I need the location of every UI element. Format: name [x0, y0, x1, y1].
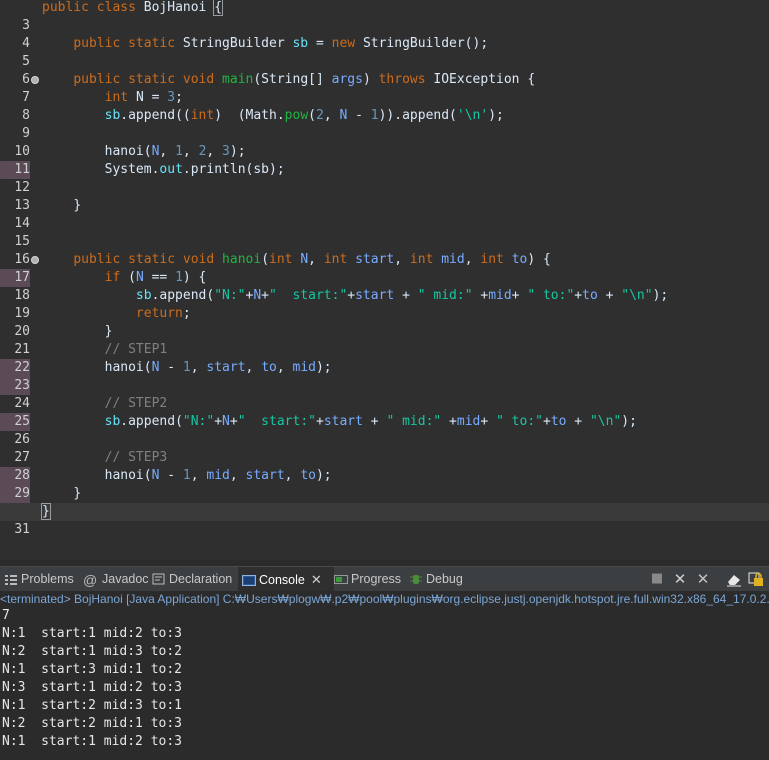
code-line: 11 hanoi(N, 1, 2, 3);	[0, 143, 769, 179]
tab-javadoc[interactable]: @ Javadoc	[83, 567, 149, 592]
code-line: 6	[0, 53, 769, 87]
code-line: 27	[0, 431, 769, 465]
text-caret	[49, 503, 51, 518]
code-line: 12 System.out.println(sb);	[0, 161, 769, 195]
problems-icon	[4, 569, 18, 585]
code-line: 21 }	[0, 323, 769, 357]
tab-declaration[interactable]: Declaration	[152, 567, 232, 592]
code-line: 19 sb.append("N:"+N+" start:"+start + " …	[0, 287, 769, 321]
code-line: 23 hanoi(N - 1, start, to, mid);	[0, 359, 769, 395]
line-number: 31	[14, 522, 30, 537]
console-output-line: N:2 start:1 mid:3 to:2	[2, 644, 183, 659]
code-line: 9 sb.append((int) (Math.pow(2, N - 1)).a…	[0, 107, 769, 141]
code-line: 3 public class BojHanoi {	[0, 0, 769, 33]
console-output-line: N:1 start:2 mid:3 to:1	[2, 698, 183, 713]
console-launch-status: <terminated> BojHanoi [Java Application]…	[0, 591, 769, 607]
javadoc-icon: @	[83, 572, 98, 588]
code-line: 13	[0, 179, 769, 213]
fold-toggle-icon[interactable]	[31, 76, 39, 84]
code-line: 17 public static void hanoi(int N, int s…	[0, 251, 769, 287]
close-tab-icon[interactable]: ✕	[311, 572, 322, 587]
remove-launch-button[interactable]: ✕	[672, 571, 688, 587]
declaration-icon	[152, 569, 166, 585]
console-icon	[242, 570, 256, 586]
code-line: 8 int N = 3;	[0, 89, 769, 123]
tab-debug[interactable]: Debug	[409, 567, 463, 592]
code-line: 26 sb.append("N:"+N+" start:"+start + " …	[0, 413, 769, 447]
console-output-line: N:2 start:2 mid:1 to:3	[2, 716, 183, 731]
console-output-line: N:1 start:1 mid:2 to:3	[2, 626, 183, 641]
code-line: 7 public static void main(String[] args)…	[0, 71, 769, 105]
code-line: 15	[0, 215, 769, 249]
matching-brace: }	[41, 503, 51, 520]
code-line: 29 hanoi(N - 1, mid, start, to);	[0, 467, 769, 503]
view-tab-bar: Problems @ Javadoc Declaration Console ✕ P…	[0, 566, 769, 592]
code-line: 20 return;	[0, 305, 769, 339]
code-editor[interactable]: 3 public class BojHanoi { 4 5 public sta…	[0, 0, 769, 560]
lock-icon	[748, 572, 763, 586]
code-line: 18 if (N == 1) {	[0, 269, 769, 303]
debug-icon	[409, 569, 423, 584]
console-output-line: 7	[2, 608, 10, 623]
code-line: 25 // STEP2	[0, 395, 769, 431]
terminate-button[interactable]: ■	[649, 571, 665, 587]
matching-brace: {	[213, 0, 224, 16]
console-output-line: N:1 start:3 mid:1 to:2	[2, 662, 183, 677]
remove-all-terminated-button[interactable]: ✕	[695, 571, 711, 587]
tab-progress[interactable]: Progress	[334, 567, 401, 592]
fold-toggle-icon[interactable]	[31, 256, 39, 264]
code-line: 16	[0, 233, 769, 267]
console-output-line: N:3 start:1 mid:2 to:3	[2, 680, 183, 695]
current-code-line: 31 }	[0, 503, 769, 537]
clear-console-button[interactable]	[726, 571, 742, 587]
eraser-icon	[727, 575, 741, 587]
code-line: 10	[0, 125, 769, 159]
code-line: 22 // STEP1	[0, 341, 769, 377]
code-line: 24	[0, 377, 769, 411]
console-output-line: N:1 start:1 mid:2 to:3	[2, 734, 183, 749]
code-line: 30 }	[0, 485, 769, 519]
tab-problems[interactable]: Problems	[4, 567, 74, 592]
code-line: 28 // STEP3	[0, 449, 769, 485]
code-line: 14 }	[0, 197, 769, 231]
scroll-lock-button[interactable]	[748, 571, 764, 587]
tab-console[interactable]: Console ✕	[238, 567, 334, 592]
code-line: 5 public static StringBuilder sb = new S…	[0, 35, 769, 69]
console-output[interactable]: 7 N:1 start:1 mid:2 to:3 N:2 start:1 mid…	[0, 607, 769, 760]
code-line: 4	[0, 17, 769, 51]
progress-icon	[334, 569, 348, 584]
